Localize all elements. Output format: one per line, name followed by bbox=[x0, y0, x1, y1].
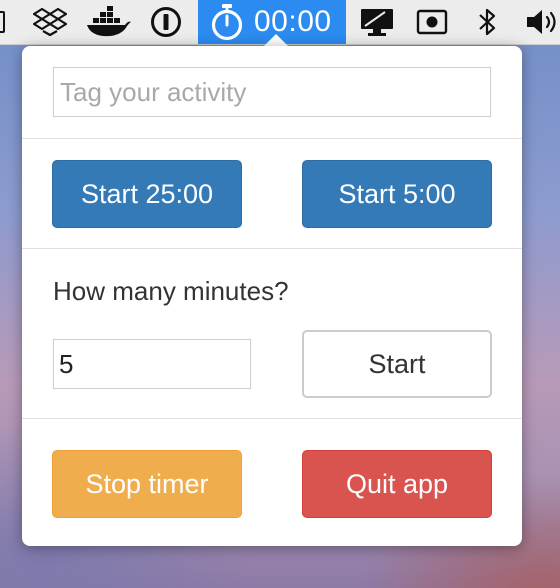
display-icon[interactable] bbox=[356, 0, 398, 44]
start-25-button[interactable]: Start 25:00 bbox=[52, 160, 242, 228]
start-25-label: Start 25:00 bbox=[80, 178, 214, 209]
partial-menu-icon[interactable] bbox=[0, 0, 8, 44]
record-icon[interactable] bbox=[414, 0, 450, 44]
minutes-input[interactable] bbox=[53, 339, 251, 389]
bluetooth-icon[interactable] bbox=[472, 0, 502, 44]
quit-app-button[interactable]: Quit app bbox=[302, 450, 492, 518]
minutes-question: How many minutes? bbox=[53, 276, 289, 306]
start-custom-button[interactable]: Start bbox=[302, 330, 492, 398]
start-5-label: Start 5:00 bbox=[338, 178, 456, 209]
dropbox-icon[interactable] bbox=[30, 0, 70, 44]
stopwatch-icon bbox=[210, 3, 244, 41]
docker-icon[interactable] bbox=[84, 0, 132, 44]
start-custom-label: Start bbox=[368, 348, 426, 379]
start-5-button[interactable]: Start 5:00 bbox=[302, 160, 492, 228]
tag-activity-input[interactable] bbox=[53, 67, 491, 117]
divider bbox=[22, 248, 522, 249]
1password-icon[interactable] bbox=[146, 0, 186, 44]
divider bbox=[22, 138, 522, 139]
divider bbox=[22, 418, 522, 419]
quit-app-label: Quit app bbox=[345, 468, 449, 499]
stop-timer-button[interactable]: Stop timer bbox=[52, 450, 242, 518]
volume-icon[interactable] bbox=[524, 0, 560, 44]
timer-popover: Start 25:00 Start 5:00 How many minutes?… bbox=[22, 46, 522, 546]
popover-caret bbox=[264, 34, 288, 46]
stop-timer-label: Stop timer bbox=[85, 468, 209, 499]
